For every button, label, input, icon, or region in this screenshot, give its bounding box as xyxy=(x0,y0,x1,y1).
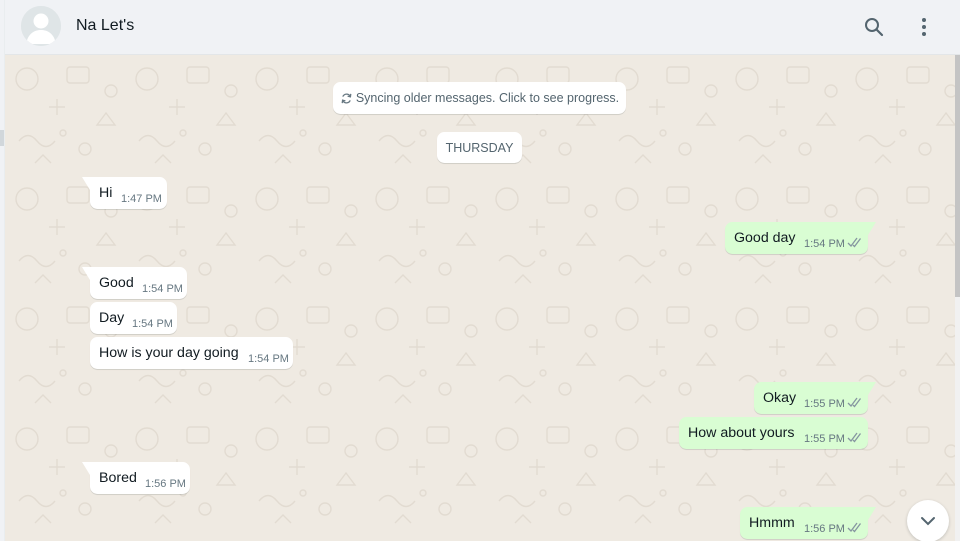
message-outgoing[interactable]: Okay 1:55 PM xyxy=(754,382,876,414)
message-text: Bored xyxy=(99,470,137,486)
message-text: How about yours xyxy=(688,425,795,441)
contact-avatar[interactable] xyxy=(21,6,61,46)
read-ticks-icon xyxy=(847,432,863,443)
sidebar-edge-mark xyxy=(0,130,4,146)
message-time: 1:54 PM xyxy=(132,318,173,330)
sync-notice-text: Syncing older messages. Click to see pro… xyxy=(355,91,620,105)
menu-button[interactable] xyxy=(911,14,937,40)
message-time: 1:54 PM xyxy=(804,238,845,250)
bubble-tail xyxy=(82,267,90,280)
sync-icon xyxy=(340,92,353,105)
read-ticks-icon xyxy=(847,397,863,408)
chat-header[interactable]: Na Let's xyxy=(5,0,960,55)
read-ticks-icon xyxy=(847,522,863,533)
read-ticks-icon xyxy=(847,237,863,248)
message-time: 1:56 PM xyxy=(804,523,845,535)
message-time: 1:54 PM xyxy=(142,283,183,295)
chat-scrollbar[interactable] xyxy=(955,55,960,541)
bubble-tail xyxy=(82,177,90,190)
message-text: Good day xyxy=(734,230,796,246)
scrollbar-thumb[interactable] xyxy=(955,55,960,297)
contact-name[interactable]: Na Let's xyxy=(76,17,134,35)
menu-icon xyxy=(922,18,926,36)
bubble-tail xyxy=(868,507,876,520)
message-incoming[interactable]: Day 1:54 PM xyxy=(90,302,177,334)
message-outgoing[interactable]: How about yours 1:55 PM xyxy=(679,417,868,449)
message-outgoing[interactable]: Hmmm 1:56 PM xyxy=(740,507,876,539)
chevron-down-icon xyxy=(921,517,935,526)
scroll-to-bottom-button[interactable] xyxy=(907,500,949,541)
message-incoming[interactable]: Good 1:54 PM xyxy=(82,267,187,299)
message-text: How is your day going xyxy=(99,345,239,361)
day-separator: THURSDAY xyxy=(437,132,522,163)
message-incoming[interactable]: How is your day going 1:54 PM xyxy=(90,337,293,369)
search-button[interactable] xyxy=(861,14,887,40)
chat-panel[interactable]: Syncing older messages. Click to see pro… xyxy=(5,55,955,541)
message-text: Day xyxy=(99,310,125,326)
message-outgoing[interactable]: Good day 1:54 PM xyxy=(725,222,876,254)
avatar-placeholder-icon xyxy=(21,6,61,46)
message-text: Hi xyxy=(99,185,113,201)
message-time: 1:55 PM xyxy=(804,433,845,445)
search-icon xyxy=(865,18,884,37)
message-time: 1:54 PM xyxy=(248,353,289,365)
sync-notice[interactable]: Syncing older messages. Click to see pro… xyxy=(333,82,626,114)
bubble-tail xyxy=(82,462,90,475)
message-incoming[interactable]: Hi 1:47 PM xyxy=(82,177,167,209)
message-text: Good xyxy=(99,275,134,291)
message-time: 1:56 PM xyxy=(145,478,186,490)
message-time: 1:47 PM xyxy=(121,193,162,205)
message-text: Hmmm xyxy=(749,515,795,531)
bubble-tail xyxy=(868,382,876,395)
bubble-tail xyxy=(868,222,876,235)
message-time: 1:55 PM xyxy=(804,398,845,410)
message-text: Okay xyxy=(763,390,797,406)
message-incoming[interactable]: Bored 1:56 PM xyxy=(82,462,190,494)
